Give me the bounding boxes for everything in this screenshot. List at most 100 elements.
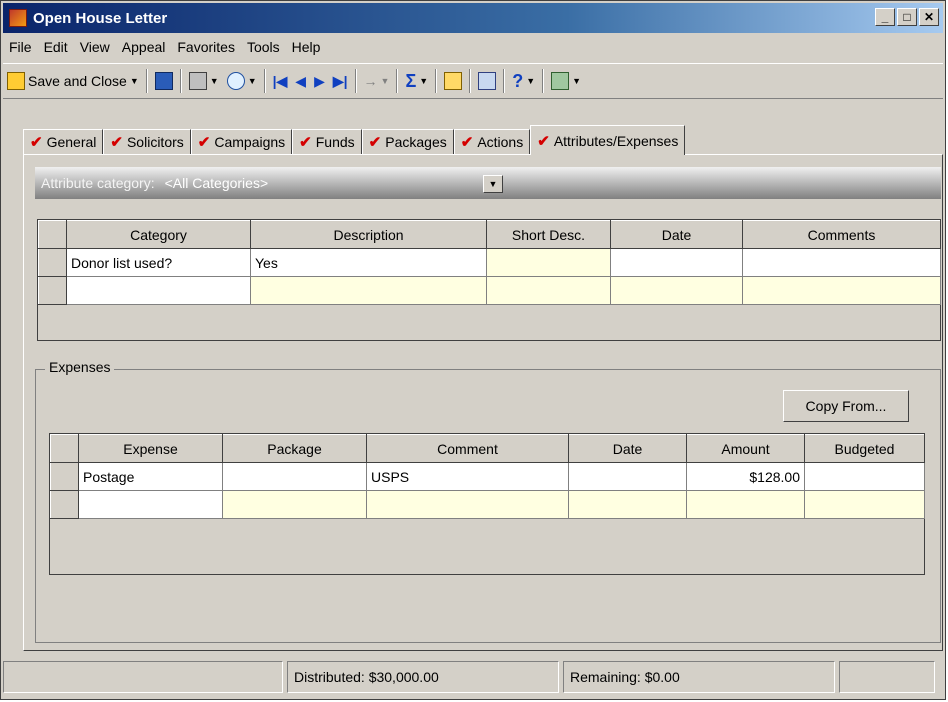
cell-description[interactable] bbox=[250, 276, 487, 305]
previous-record-button[interactable]: ◀ bbox=[291, 67, 310, 95]
cell-category[interactable] bbox=[66, 276, 251, 305]
menu-bar: File Edit View Appeal Favorites Tools He… bbox=[3, 35, 943, 59]
menu-edit[interactable]: Edit bbox=[38, 39, 74, 55]
table-row[interactable] bbox=[50, 490, 925, 519]
preview-button[interactable]: ▼ bbox=[223, 67, 261, 95]
cell-short-desc[interactable] bbox=[486, 276, 611, 305]
folder-button[interactable] bbox=[440, 67, 466, 95]
status-bar: Distributed: $30,000.00 Remaining: $0.00 bbox=[3, 661, 943, 697]
chevron-down-icon: ▼ bbox=[247, 76, 257, 86]
cell-package[interactable] bbox=[222, 490, 367, 519]
column-header-budgeted[interactable]: Budgeted bbox=[804, 434, 925, 463]
menu-favorites[interactable]: Favorites bbox=[171, 39, 241, 55]
cell-comments[interactable] bbox=[742, 248, 941, 277]
tab-actions[interactable]: ✔ Actions bbox=[453, 129, 531, 155]
menu-tools[interactable]: Tools bbox=[241, 39, 286, 55]
tab-general[interactable]: ✔ General bbox=[23, 129, 104, 155]
row-selector[interactable] bbox=[38, 276, 67, 305]
cell-amount[interactable]: $128.00 bbox=[686, 462, 805, 491]
print-button[interactable]: ▼ bbox=[185, 67, 223, 95]
tab-campaigns[interactable]: ✔ Campaigns bbox=[190, 129, 293, 155]
row-selector[interactable] bbox=[38, 248, 67, 277]
arrow-right-icon: → bbox=[363, 73, 378, 89]
column-header-amount[interactable]: Amount bbox=[686, 434, 805, 463]
save-and-close-button[interactable]: Save and Close ▼ bbox=[3, 67, 143, 95]
properties-button[interactable] bbox=[474, 67, 500, 95]
window-title: Open House Letter bbox=[33, 9, 168, 27]
chevron-down-icon: ▼ bbox=[526, 76, 536, 86]
cell-comment[interactable] bbox=[366, 490, 569, 519]
status-pane-right bbox=[839, 661, 935, 693]
column-header-date[interactable]: Date bbox=[610, 220, 743, 249]
question-icon: ? bbox=[512, 70, 524, 91]
goto-button[interactable]: → ▼ bbox=[360, 67, 394, 95]
row-selector[interactable] bbox=[50, 490, 79, 519]
table-row[interactable]: Postage USPS $128.00 bbox=[50, 462, 925, 491]
last-record-button[interactable]: ▶| bbox=[329, 67, 352, 95]
column-header-short-desc[interactable]: Short Desc. bbox=[486, 220, 611, 249]
cell-amount[interactable] bbox=[686, 490, 805, 519]
close-button[interactable]: ✕ bbox=[919, 8, 939, 26]
chevron-down-icon[interactable]: ▼ bbox=[483, 175, 503, 193]
tab-label: General bbox=[46, 134, 97, 150]
cell-package[interactable] bbox=[222, 462, 367, 491]
save-and-close-label: Save and Close bbox=[28, 73, 127, 89]
next-record-button[interactable]: ▶ bbox=[310, 67, 329, 95]
cell-description[interactable]: Yes bbox=[250, 248, 487, 277]
first-icon: |◀ bbox=[272, 72, 288, 89]
corner-cell bbox=[50, 434, 79, 463]
cell-comments[interactable] bbox=[742, 276, 941, 305]
floppy-icon bbox=[154, 72, 173, 90]
chevron-down-icon: ▼ bbox=[419, 76, 429, 86]
copy-from-button[interactable]: Copy From... bbox=[783, 390, 909, 422]
column-header-comment[interactable]: Comment bbox=[366, 434, 569, 463]
menu-file[interactable]: File bbox=[3, 39, 38, 55]
column-header-date[interactable]: Date bbox=[568, 434, 687, 463]
table-row[interactable]: Donor list used? Yes bbox=[38, 248, 941, 277]
tab-funds[interactable]: ✔ Funds bbox=[292, 129, 362, 155]
menu-help[interactable]: Help bbox=[286, 39, 327, 55]
cell-comment[interactable]: USPS bbox=[366, 462, 569, 491]
tab-label: Campaigns bbox=[214, 134, 286, 150]
cell-date[interactable] bbox=[568, 462, 687, 491]
cell-expense[interactable]: Postage bbox=[78, 462, 223, 491]
tab-attributes-expenses[interactable]: ✔ Attributes/Expenses bbox=[530, 125, 686, 155]
tab-packages[interactable]: ✔ Packages bbox=[361, 129, 454, 155]
sum-button[interactable]: Σ ▼ bbox=[401, 67, 432, 95]
column-header-category[interactable]: Category bbox=[66, 220, 251, 249]
menu-appeal[interactable]: Appeal bbox=[116, 39, 172, 55]
column-header-package[interactable]: Package bbox=[222, 434, 367, 463]
cell-expense[interactable] bbox=[78, 490, 223, 519]
app-icon bbox=[9, 9, 27, 27]
cell-category[interactable]: Donor list used? bbox=[66, 248, 251, 277]
status-pane-empty bbox=[3, 661, 283, 693]
previous-icon: ◀ bbox=[295, 72, 307, 89]
tab-solicitors[interactable]: ✔ Solicitors bbox=[103, 129, 191, 155]
column-header-description[interactable]: Description bbox=[250, 220, 487, 249]
cell-short-desc[interactable] bbox=[486, 248, 611, 277]
help-button[interactable]: ? ▼ bbox=[508, 67, 539, 95]
save-button[interactable] bbox=[151, 67, 177, 95]
attribute-category-select[interactable]: <All Categories> bbox=[165, 175, 269, 191]
minimize-button[interactable]: _ bbox=[875, 8, 895, 26]
cell-date[interactable] bbox=[568, 490, 687, 519]
first-record-button[interactable]: |◀ bbox=[269, 67, 292, 95]
cell-budgeted[interactable] bbox=[804, 462, 925, 491]
tab-label: Funds bbox=[315, 134, 355, 150]
row-selector[interactable] bbox=[50, 462, 79, 491]
checkmark-icon: ✔ bbox=[460, 134, 474, 151]
app-window: Open House Letter _ □ ✕ File Edit View A… bbox=[0, 0, 946, 700]
cell-date[interactable] bbox=[610, 276, 743, 305]
attribute-category-label: Attribute category: bbox=[41, 175, 155, 191]
table-row[interactable] bbox=[38, 276, 941, 305]
title-bar[interactable]: Open House Letter _ □ ✕ bbox=[3, 3, 943, 33]
cell-date[interactable] bbox=[610, 248, 743, 277]
tools-button[interactable]: ▼ bbox=[547, 67, 585, 95]
column-header-comments[interactable]: Comments bbox=[742, 220, 941, 249]
tab-label: Packages bbox=[385, 134, 447, 150]
cell-budgeted[interactable] bbox=[804, 490, 925, 519]
maximize-button[interactable]: □ bbox=[897, 8, 917, 26]
menu-view[interactable]: View bbox=[74, 39, 116, 55]
column-header-expense[interactable]: Expense bbox=[78, 434, 223, 463]
checkmark-icon: ✔ bbox=[30, 134, 43, 151]
